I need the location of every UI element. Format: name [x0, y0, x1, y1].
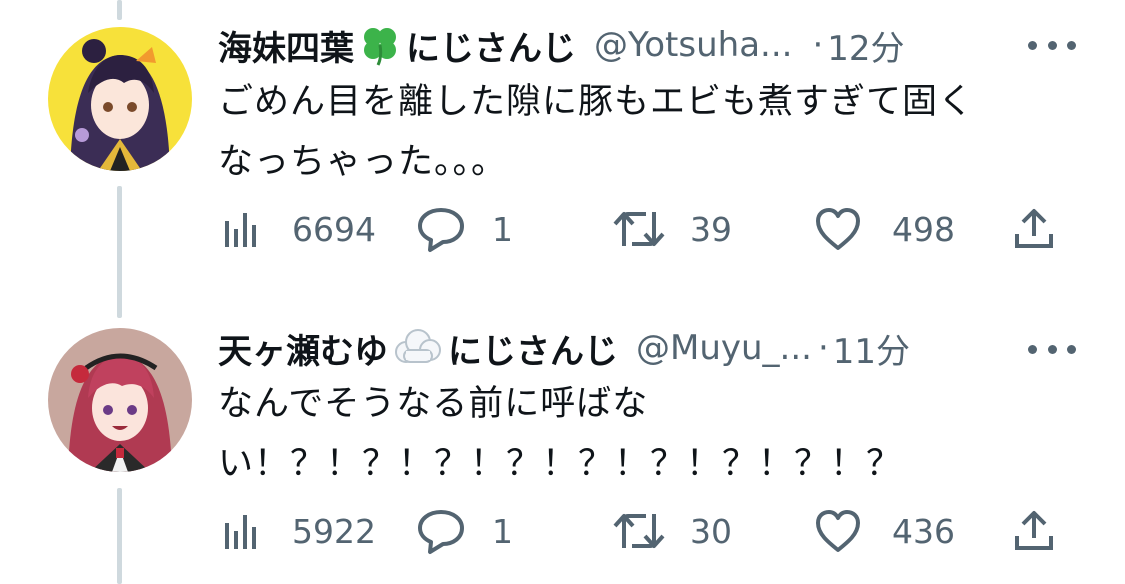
like-icon — [816, 208, 860, 250]
action-bar: 5922 1 30 436 — [218, 506, 1078, 556]
four-leaf-clover-icon — [358, 23, 402, 67]
views-button[interactable]: 6694 — [218, 204, 376, 254]
team-name[interactable]: にじさんじ — [406, 21, 576, 70]
more-icon[interactable] — [1028, 35, 1076, 55]
like-button[interactable]: 498 — [814, 204, 955, 254]
reply-button[interactable]: 1 — [416, 506, 513, 556]
tweet-text: なんでそうなる前に呼ばな い！？！？！？！？！？！？！？！？！？ — [218, 374, 1078, 494]
tweet-text-line: なっちゃった。。。 — [218, 142, 508, 182]
tweet-text-line: い！？！？！？！？！？！？！？！？！？ — [218, 444, 903, 484]
cloud-icon — [392, 326, 444, 370]
retweet-count: 30 — [690, 511, 732, 551]
display-name[interactable]: 海妹四葉 — [218, 21, 354, 70]
views-count: 6694 — [292, 209, 376, 249]
thread-line-top — [117, 0, 122, 20]
retweet-count: 39 — [690, 209, 732, 249]
like-count: 498 — [892, 209, 955, 249]
more-icon[interactable] — [1028, 339, 1076, 359]
views-button[interactable]: 5922 — [218, 506, 376, 556]
action-bar: 6694 1 39 498 — [218, 204, 1078, 254]
thread-line-middle — [117, 186, 122, 318]
share-icon — [1015, 511, 1053, 550]
retweet-button[interactable]: 30 — [612, 506, 732, 556]
separator-dot: · — [812, 25, 824, 65]
tweet-header: 天ヶ瀬むゆ にじさんじ @Muyu_... · 11分 — [218, 320, 910, 376]
like-count: 436 — [892, 511, 955, 551]
thread-line-bottom — [117, 488, 122, 584]
reply-button[interactable]: 1 — [416, 204, 513, 254]
avatar-image — [48, 328, 192, 472]
retweet-icon — [613, 212, 665, 246]
timestamp[interactable]: 11分 — [833, 324, 910, 373]
views-icon — [225, 515, 256, 549]
user-handle[interactable]: @Yotsuha... — [594, 25, 792, 65]
like-button[interactable]: 436 — [814, 506, 955, 556]
reply-icon — [418, 510, 464, 554]
reply-count: 1 — [492, 209, 513, 249]
like-icon — [816, 510, 860, 552]
tweet-text-line: なんでそうなる前に呼ばな — [218, 384, 649, 424]
timestamp[interactable]: 12分 — [827, 21, 904, 70]
views-count: 5922 — [292, 511, 376, 551]
tweet-text-line: ごめん目を離した隙に豚もエビも煮すぎて固く — [218, 82, 975, 122]
share-icon — [1015, 209, 1053, 248]
avatar[interactable] — [48, 328, 192, 472]
reply-count: 1 — [492, 511, 513, 551]
display-name[interactable]: 天ヶ瀬むゆ — [218, 324, 388, 373]
retweet-icon — [613, 514, 665, 548]
tweet-text: ごめん目を離した隙に豚もエビも煮すぎて固く なっちゃった。。。 — [218, 72, 1078, 192]
avatar[interactable] — [48, 27, 192, 171]
tweet-header: 海妹四葉 にじさんじ @Yotsuha... · 12分 — [218, 17, 905, 73]
reply-icon — [418, 208, 464, 252]
avatar-image — [48, 27, 192, 171]
share-button[interactable] — [1012, 204, 1056, 254]
separator-dot: · — [817, 328, 829, 368]
retweet-button[interactable]: 39 — [612, 204, 732, 254]
share-button[interactable] — [1012, 506, 1056, 556]
user-handle[interactable]: @Muyu_... — [636, 328, 812, 368]
team-name[interactable]: にじさんじ — [448, 324, 618, 373]
views-icon — [225, 213, 256, 247]
